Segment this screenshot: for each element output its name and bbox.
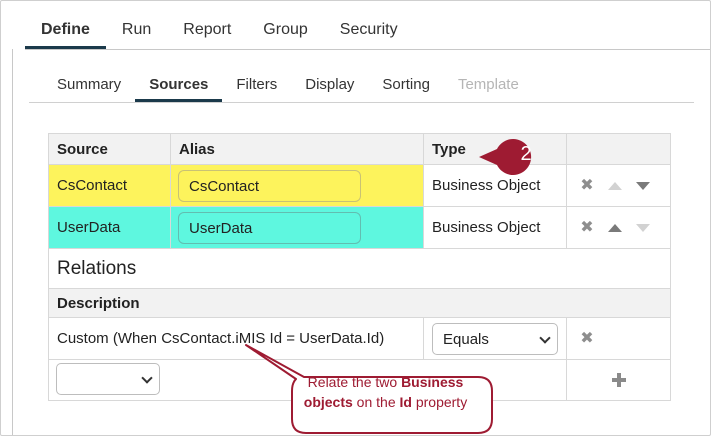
- relations-header-row: Description: [49, 289, 670, 318]
- chevron-down-icon: [539, 332, 551, 344]
- step-number: 2: [520, 143, 532, 165]
- arrow-down-icon[interactable]: [635, 178, 651, 194]
- alias-input[interactable]: [178, 212, 361, 244]
- x-icon[interactable]: ✖: [579, 177, 595, 194]
- subtab-display[interactable]: Display: [291, 76, 368, 102]
- x-icon[interactable]: ✖: [579, 219, 595, 236]
- alias-input[interactable]: [178, 170, 361, 202]
- subtab-template: Template: [457, 76, 519, 93]
- source-name: UserData: [57, 219, 121, 236]
- tab-group[interactable]: Group: [247, 19, 323, 49]
- arrow-up-icon[interactable]: [607, 220, 623, 236]
- subtab-filters[interactable]: Filters: [222, 76, 291, 102]
- tab-report[interactable]: Report: [167, 19, 247, 49]
- sub-tabs: Summary Sources Filters Display Sorting …: [43, 76, 533, 102]
- tooltip-text: Relate the two Business objects on the I…: [303, 374, 468, 410]
- plus-icon[interactable]: [612, 373, 626, 387]
- subtab-sorting[interactable]: Sorting: [368, 76, 444, 102]
- col-header-type: Type: [432, 140, 466, 158]
- source-name: CsContact: [57, 177, 128, 194]
- x-icon[interactable]: ✖: [579, 330, 595, 347]
- panel-border: [12, 49, 13, 435]
- source-type: Business Object: [432, 219, 541, 236]
- relations-title: Relations: [57, 258, 137, 279]
- top-tabs: Define Run Report Group Security: [25, 19, 414, 49]
- sources-header-row: Source Alias Type: [49, 134, 670, 165]
- arrow-down-icon: [635, 220, 651, 236]
- table-row: UserData Business Object ✖: [49, 207, 670, 249]
- arrow-up-icon: [607, 178, 623, 194]
- sub-tabs-divider: [29, 102, 694, 103]
- col-header-alias: Alias: [179, 140, 215, 158]
- new-relation-select[interactable]: [56, 363, 160, 395]
- source-type: Business Object: [432, 177, 541, 194]
- tab-security[interactable]: Security: [324, 19, 414, 49]
- report-editor: Define Run Report Group Security Summary…: [0, 0, 711, 436]
- subtab-summary[interactable]: Summary: [43, 76, 135, 102]
- table-row: CsContact Business Object ✖: [49, 165, 670, 207]
- col-header-actions: [567, 134, 670, 164]
- relations-section: Relations: [49, 249, 670, 289]
- col-header-description: Description: [57, 294, 140, 312]
- subtab-sources[interactable]: Sources: [135, 76, 223, 102]
- tab-run[interactable]: Run: [106, 19, 167, 49]
- tab-define[interactable]: Define: [25, 19, 106, 49]
- chevron-down-icon: [141, 372, 153, 384]
- col-header-source: Source: [57, 140, 108, 158]
- top-tabs-divider: [25, 49, 710, 50]
